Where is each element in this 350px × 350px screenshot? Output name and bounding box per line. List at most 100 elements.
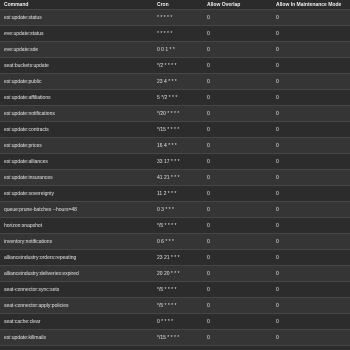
- table-row[interactable]: seat-connector:apply:policies */5 * * * *…: [0, 297, 350, 314]
- allow-maintenance-cell: 0: [276, 233, 350, 250]
- allow-maintenance-cell: 0: [276, 41, 350, 58]
- command-cell: esi:update:insurances: [0, 169, 157, 186]
- allow-maintenance-cell: 0: [276, 153, 350, 170]
- table-row[interactable]: esi:update:status * * * * * 0 0: [0, 9, 350, 26]
- allow-maintenance-cell: 0: [276, 201, 350, 218]
- cron-cell: 23 21 * * *: [157, 249, 207, 266]
- cron-cell: 0 3 * * *: [157, 201, 207, 218]
- command-cell: esi:update:notifications: [0, 105, 157, 122]
- allow-overlap-cell: 0: [207, 233, 276, 250]
- allow-maintenance-cell: 0: [276, 281, 350, 298]
- command-cell: allianceindustry:deliveries:expired: [0, 265, 157, 282]
- command-cell: seat-connector:sync:sets: [0, 281, 157, 298]
- allow-overlap-cell: 0: [207, 265, 276, 282]
- column-header-allow-maintenance[interactable]: Allow In Maintenance Mode: [276, 0, 350, 10]
- table-row[interactable]: allianceindustry:orders:repeating 23 21 *…: [0, 249, 350, 266]
- allow-maintenance-cell: 0: [276, 329, 350, 346]
- table-row[interactable]: esi:update:prices 16 4 * * * 0 0: [0, 137, 350, 154]
- allow-overlap-cell: 0: [207, 9, 276, 26]
- schedule-panel: Command Cron Allow Overlap Allow In Main…: [0, 0, 350, 350]
- cron-cell: */5 * * * *: [157, 297, 207, 314]
- cron-cell: * * * * *: [157, 9, 207, 26]
- command-cell: esi:update:killmails: [0, 329, 157, 346]
- allow-maintenance-cell: 0: [276, 313, 350, 330]
- table-row[interactable]: seat:buckets:update */2 * * * * 0 0: [0, 57, 350, 74]
- cron-cell: 0 6 * * *: [157, 233, 207, 250]
- allow-maintenance-cell: 0: [276, 297, 350, 314]
- table-row[interactable]: seat-connector:sync:sets */5 * * * * 0 0: [0, 281, 350, 298]
- allow-maintenance-cell: 0: [276, 265, 350, 282]
- command-cell: eve:update:status: [0, 25, 157, 42]
- allow-overlap-cell: 0: [207, 137, 276, 154]
- allow-overlap-cell: 0: [207, 201, 276, 218]
- column-header-allow-overlap[interactable]: Allow Overlap: [207, 0, 276, 10]
- column-header-cron[interactable]: Cron: [157, 0, 207, 10]
- cron-cell: 16 4 * * *: [157, 137, 207, 154]
- cron-cell: * * * * *: [157, 25, 207, 42]
- cron-cell: */15 * * * *: [157, 329, 207, 346]
- table-row[interactable]: inventory:notifications 0 6 * * * 0 0: [0, 233, 350, 250]
- table-row[interactable]: esi:update:notifications */20 * * * * 0 0: [0, 105, 350, 122]
- allow-overlap-cell: 0: [207, 185, 276, 202]
- allow-overlap-cell: 0: [207, 73, 276, 90]
- command-cell: seat-connector:apply:policies: [0, 297, 157, 314]
- allow-maintenance-cell: 0: [276, 169, 350, 186]
- cron-cell: 5 */2 * * *: [157, 89, 207, 106]
- cron-cell: */20 * * * *: [157, 105, 207, 122]
- schedule-table: Command Cron Allow Overlap Allow In Main…: [0, 0, 350, 346]
- table-row[interactable]: esi:update:public 23 4 * * * 0 0: [0, 73, 350, 90]
- table-row[interactable]: allianceindustry:deliveries:expired 20 20…: [0, 265, 350, 282]
- table-row[interactable]: esi:update:affiliations 5 */2 * * * 0 0: [0, 89, 350, 106]
- cron-cell: 23 4 * * *: [157, 73, 207, 90]
- cron-cell: */5 * * * *: [157, 281, 207, 298]
- cron-cell: */5 * * * *: [157, 217, 207, 234]
- allow-overlap-cell: 0: [207, 313, 276, 330]
- table-row[interactable]: esi:update:sovereignty 11 2 * * * 0 0: [0, 185, 350, 202]
- allow-maintenance-cell: 0: [276, 121, 350, 138]
- table-row[interactable]: horizon:snapshot */5 * * * * 0 0: [0, 217, 350, 234]
- allow-maintenance-cell: 0: [276, 185, 350, 202]
- allow-maintenance-cell: 0: [276, 249, 350, 266]
- table-row[interactable]: esi:update:killmails */15 * * * * 0 0: [0, 329, 350, 346]
- allow-overlap-cell: 0: [207, 89, 276, 106]
- column-header-command[interactable]: Command: [0, 0, 157, 10]
- allow-maintenance-cell: 0: [276, 137, 350, 154]
- command-cell: esi:update:sovereignty: [0, 185, 157, 202]
- command-cell: esi:update:affiliations: [0, 89, 157, 106]
- allow-overlap-cell: 0: [207, 57, 276, 74]
- cron-cell: */15 * * * *: [157, 121, 207, 138]
- allow-overlap-cell: 0: [207, 169, 276, 186]
- allow-maintenance-cell: 0: [276, 73, 350, 90]
- allow-overlap-cell: 0: [207, 249, 276, 266]
- command-cell: allianceindustry:orders:repeating: [0, 249, 157, 266]
- command-cell: esi:update:public: [0, 73, 157, 90]
- allow-overlap-cell: 0: [207, 105, 276, 122]
- table-row[interactable]: seat:cache:clear 0 * * * * 0 0: [0, 313, 350, 330]
- table-row[interactable]: eve:update:status * * * * * 0 0: [0, 25, 350, 42]
- command-cell: horizon:snapshot: [0, 217, 157, 234]
- command-cell: inventory:notifications: [0, 233, 157, 250]
- table-row[interactable]: eve:update:sde 0 0 1 * * 0 0: [0, 41, 350, 58]
- command-cell: esi:update:alliances: [0, 153, 157, 170]
- allow-overlap-cell: 0: [207, 41, 276, 58]
- table-row[interactable]: esi:update:insurances 41 21 * * * 0 0: [0, 169, 350, 186]
- table-header-row: Command Cron Allow Overlap Allow In Main…: [0, 0, 350, 10]
- cron-cell: 41 21 * * *: [157, 169, 207, 186]
- allow-overlap-cell: 0: [207, 121, 276, 138]
- allow-maintenance-cell: 0: [276, 105, 350, 122]
- allow-maintenance-cell: 0: [276, 57, 350, 74]
- allow-overlap-cell: 0: [207, 153, 276, 170]
- allow-overlap-cell: 0: [207, 217, 276, 234]
- command-cell: esi:update:status: [0, 9, 157, 26]
- command-cell: queue:prune-batches --hours=48: [0, 201, 157, 218]
- table-row[interactable]: esi:update:alliances 33 17 * * * 0 0: [0, 153, 350, 170]
- allow-maintenance-cell: 0: [276, 25, 350, 42]
- cron-cell: 0 0 1 * *: [157, 41, 207, 58]
- allow-overlap-cell: 0: [207, 329, 276, 346]
- allow-overlap-cell: 0: [207, 281, 276, 298]
- allow-maintenance-cell: 0: [276, 89, 350, 106]
- command-cell: esi:update:prices: [0, 137, 157, 154]
- command-cell: eve:update:sde: [0, 41, 157, 58]
- table-row[interactable]: esi:update:contracts */15 * * * * 0 0: [0, 121, 350, 138]
- table-row[interactable]: queue:prune-batches --hours=48 0 3 * * * 0…: [0, 201, 350, 218]
